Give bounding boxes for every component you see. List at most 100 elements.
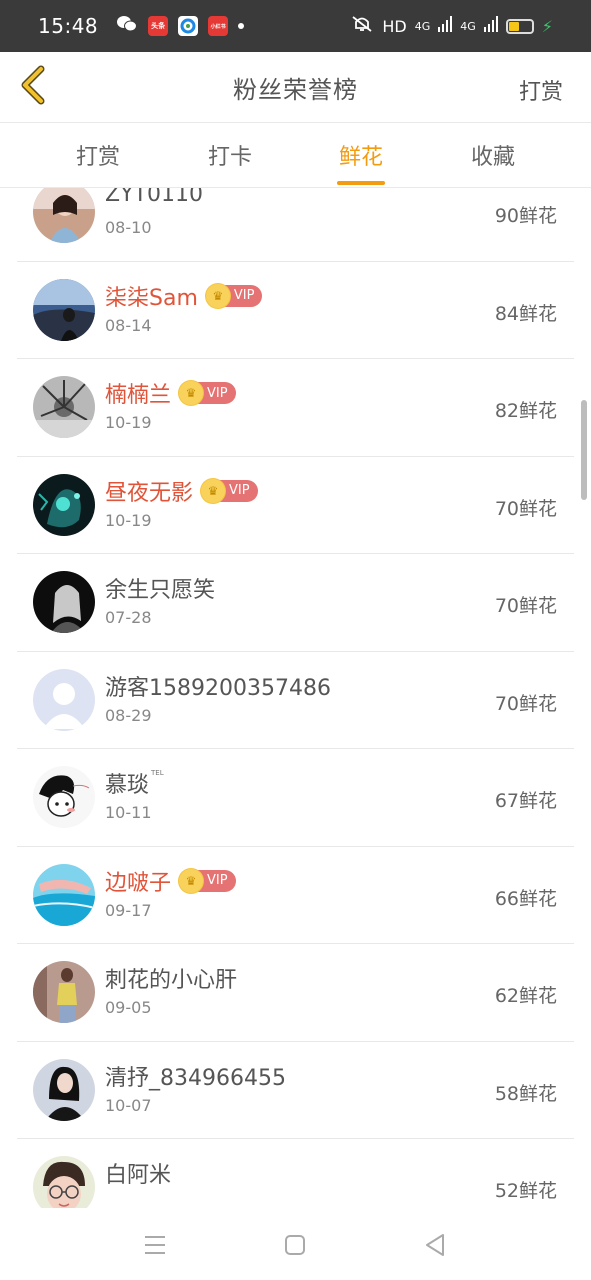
list-item[interactable]: 楠楠兰 ♛ VIP 10-19 82鲜花 <box>17 359 574 457</box>
name-line: 清抒_834966455 <box>105 1060 286 1092</box>
signal-icon-2 <box>483 16 498 36</box>
fan-name: 游客1589200357486 <box>105 675 331 701</box>
wechat-icon <box>116 14 138 38</box>
vip-badge: ♛ VIP <box>205 283 263 308</box>
page-title: 粉丝荣誉榜 <box>233 75 358 104</box>
scrollbar[interactable] <box>581 400 587 500</box>
tab-bar: 打赏 打卡 鲜花 收藏 <box>0 123 591 188</box>
crown-icon: ♛ <box>179 868 204 893</box>
fan-name: ZYT0110 <box>105 188 203 207</box>
fan-date: 08-14 <box>105 315 152 335</box>
avatar[interactable] <box>33 668 95 731</box>
chevron-left-icon <box>17 65 47 109</box>
vip-badge: ♛ VIP <box>179 381 236 405</box>
fan-date: 09-17 <box>105 900 152 920</box>
list-item[interactable]: 慕琰 TEL 10-11 67鲜花 <box>17 749 574 847</box>
back-triangle-icon[interactable] <box>420 1230 450 1260</box>
fan-list[interactable]: ZYT0110 08-10 90鲜花 柒柒Sam ♛ VIP 08-14 84鲜花 … <box>0 188 591 1208</box>
avatar[interactable] <box>33 376 95 438</box>
flower-count: 84鲜花 <box>494 302 557 325</box>
browser-app-icon <box>178 16 199 36</box>
fan-date: 09-05 <box>105 998 152 1017</box>
tab-label: 打赏 <box>75 145 120 170</box>
name-line: 白阿米 <box>105 1157 171 1189</box>
avatar[interactable] <box>33 278 95 341</box>
fan-name: 刺花的小心肝 <box>105 968 238 993</box>
crown-icon: ♛ <box>179 381 204 405</box>
menu-icon[interactable] <box>140 1230 170 1260</box>
list-item[interactable]: 白阿米 52鲜花 <box>17 1139 574 1208</box>
vip-label: VIP <box>233 288 255 303</box>
fan-date: 08-29 <box>105 705 152 725</box>
back-button[interactable] <box>12 65 52 109</box>
list-item[interactable]: 柒柒Sam ♛ VIP 08-14 84鲜花 <box>17 262 574 359</box>
name-line: 刺花的小心肝 <box>105 962 237 994</box>
fan-date: 08-10 <box>105 218 152 237</box>
hd-indicator: HD <box>382 16 407 36</box>
fan-name: 昼夜无影 <box>105 480 194 506</box>
page-header: 粉丝荣誉榜 打赏 <box>0 52 591 123</box>
fan-name: 余生只愿笑 <box>105 578 216 603</box>
avatar[interactable] <box>33 766 95 828</box>
reward-button[interactable]: 打赏 <box>519 74 563 106</box>
name-line: 游客1589200357486 <box>105 670 331 702</box>
signal-icon-1 <box>438 16 453 36</box>
flower-count: 82鲜花 <box>494 400 557 422</box>
charging-icon: ⚡ <box>541 16 553 36</box>
tab-reward[interactable]: 打赏 <box>48 123 148 187</box>
toutiao-app-icon: 头条 <box>148 16 169 36</box>
avatar[interactable] <box>33 473 95 536</box>
tab-favorites[interactable]: 收藏 <box>443 123 543 187</box>
tel-mark: TEL <box>151 769 164 777</box>
name-line: 慕琰 TEL <box>105 767 164 799</box>
system-nav-bar <box>0 1208 591 1280</box>
vip-label: VIP <box>229 483 250 498</box>
list-item[interactable]: ZYT0110 08-10 90鲜花 <box>17 188 574 262</box>
home-square-icon[interactable] <box>280 1230 310 1260</box>
vip-label: VIP <box>207 385 228 401</box>
flower-count: 70鲜花 <box>494 497 557 520</box>
fan-name: 边啵子 <box>105 870 172 896</box>
flower-count: 70鲜花 <box>494 595 557 617</box>
status-bar: 15:48 头条 小红书 HD 4G 4G ⚡ <box>0 0 591 52</box>
list-item[interactable]: 清抒_834966455 10-07 58鲜花 <box>17 1042 574 1139</box>
fan-date: 10-19 <box>105 413 152 432</box>
flower-count: 70鲜花 <box>494 692 557 715</box>
network-4g-2: 4G <box>460 19 476 33</box>
system-indicators: HD 4G 4G ⚡ <box>350 15 553 37</box>
vip-label: VIP <box>207 873 228 888</box>
fan-date: 10-07 <box>105 1095 152 1115</box>
crown-icon: ♛ <box>201 478 226 503</box>
avatar[interactable] <box>33 863 95 926</box>
tab-flowers[interactable]: 鲜花 <box>311 123 411 187</box>
network-4g-1: 4G <box>414 19 431 33</box>
fan-date: 10-19 <box>105 510 152 530</box>
name-line: 楠楠兰 ♛ VIP <box>105 377 236 409</box>
more-notifications-dot <box>238 23 245 29</box>
avatar[interactable] <box>33 188 95 243</box>
vip-badge: ♛ VIP <box>201 478 258 503</box>
list-item[interactable]: 刺花的小心肝 09-05 62鲜花 <box>17 944 574 1042</box>
flower-count: 66鲜花 <box>494 887 557 910</box>
crown-icon: ♛ <box>205 283 230 308</box>
name-line: ZYT0110 <box>105 188 203 207</box>
list-item[interactable]: 游客1589200357486 08-29 70鲜花 <box>17 652 574 749</box>
flower-count: 90鲜花 <box>494 205 557 227</box>
avatar[interactable] <box>33 1058 95 1121</box>
fan-date: 07-28 <box>105 608 152 627</box>
name-line: 边啵子 ♛ VIP <box>105 865 236 897</box>
fan-name: 慕琰 <box>105 773 150 798</box>
tab-label: 打卡 <box>207 145 252 170</box>
list-item[interactable]: 昼夜无影 ♛ VIP 10-19 70鲜花 <box>17 457 574 554</box>
fan-name: 白阿米 <box>105 1163 172 1188</box>
status-time: 15:48 <box>38 14 99 38</box>
tab-checkin[interactable]: 打卡 <box>180 123 280 187</box>
avatar[interactable] <box>33 961 95 1023</box>
avatar[interactable] <box>33 1156 95 1208</box>
avatar[interactable] <box>33 571 95 633</box>
list-item[interactable]: 余生只愿笑 07-28 70鲜花 <box>17 554 574 652</box>
fan-name: 柒柒Sam <box>105 285 198 311</box>
list-item[interactable]: 边啵子 ♛ VIP 09-17 66鲜花 <box>17 847 574 944</box>
flower-count: 62鲜花 <box>494 985 557 1007</box>
flower-count: 67鲜花 <box>494 790 557 812</box>
